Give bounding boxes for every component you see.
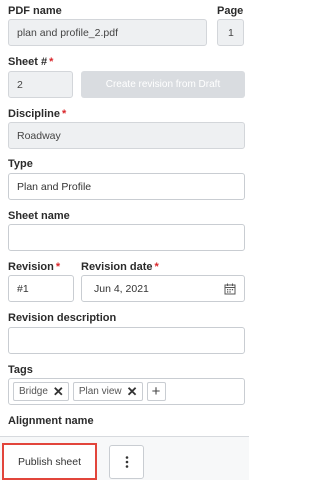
tag-plan-view: Plan view ✕ [72, 382, 143, 401]
more-vertical-icon [125, 456, 129, 468]
pdf-name-field: plan and profile_2.pdf [8, 19, 207, 46]
revision-description-label: Revision description [8, 312, 117, 324]
sheet-number-label: Sheet # * [8, 56, 54, 68]
revision-input[interactable]: #1 [8, 275, 74, 302]
sheet-name-input[interactable] [8, 224, 245, 251]
publish-sheet-button[interactable]: Publish sheet [2, 443, 97, 480]
plus-icon[interactable]: + [146, 382, 166, 401]
type-label: Type [8, 158, 33, 170]
create-revision-button[interactable]: Create revision from Draft [81, 71, 245, 98]
more-options-button[interactable] [109, 445, 144, 479]
tags-label: Tags [8, 364, 33, 376]
revision-date-input[interactable]: Jun 4, 2021 [81, 275, 245, 302]
close-icon[interactable]: ✕ [53, 385, 64, 398]
pdf-name-label: PDF name [8, 5, 62, 17]
tag-bridge: Bridge ✕ [13, 382, 69, 401]
page-label: Page [217, 5, 244, 17]
discipline-label: Discipline * [8, 108, 67, 120]
tags-input[interactable]: Bridge ✕ Plan view ✕ + [8, 378, 245, 405]
sheet-name-label: Sheet name [8, 210, 70, 222]
calendar-icon[interactable] [224, 283, 236, 295]
page-field: 1 [217, 19, 244, 46]
alignment-name-label: Alignment name [8, 415, 94, 427]
discipline-field[interactable]: Roadway [8, 122, 245, 149]
close-icon[interactable]: ✕ [127, 385, 138, 398]
revision-description-input[interactable] [8, 327, 245, 354]
revision-date-label: Revision date * [81, 261, 159, 273]
sheet-number-input[interactable]: 2 [8, 71, 73, 98]
type-input[interactable]: Plan and Profile [8, 173, 245, 200]
revision-label: Revision * [8, 261, 61, 273]
